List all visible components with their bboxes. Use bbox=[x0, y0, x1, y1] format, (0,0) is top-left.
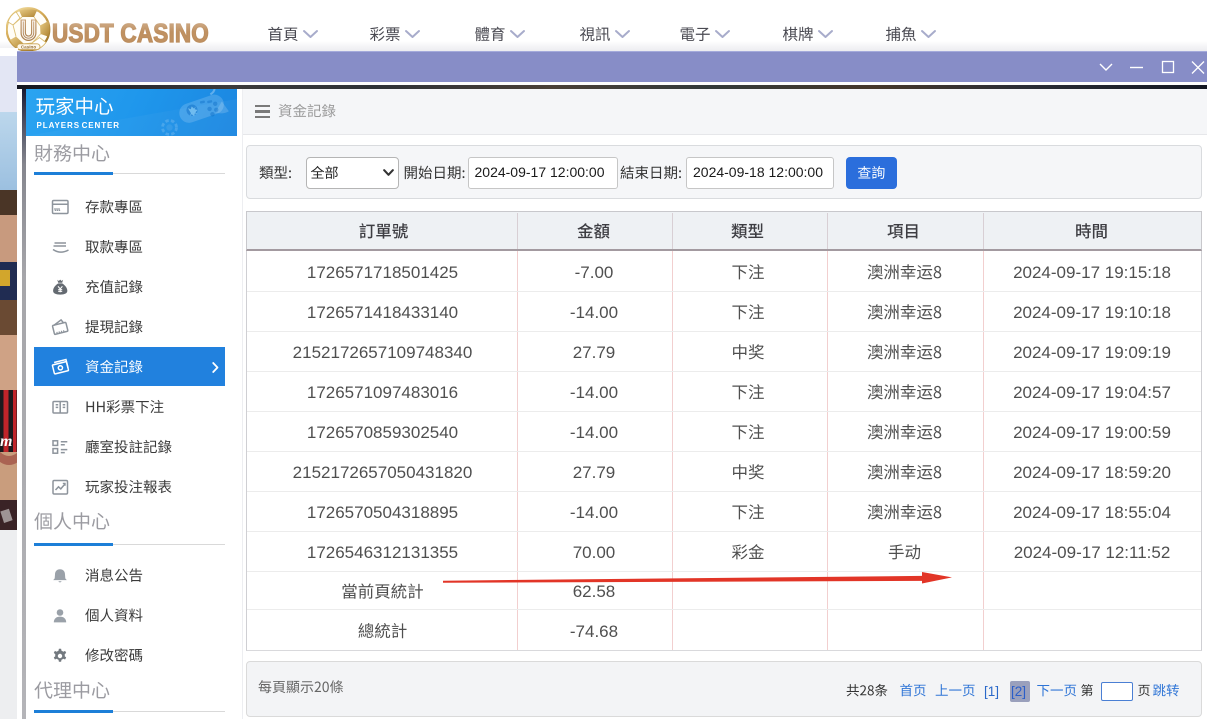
svg-text:m: m bbox=[0, 433, 12, 450]
